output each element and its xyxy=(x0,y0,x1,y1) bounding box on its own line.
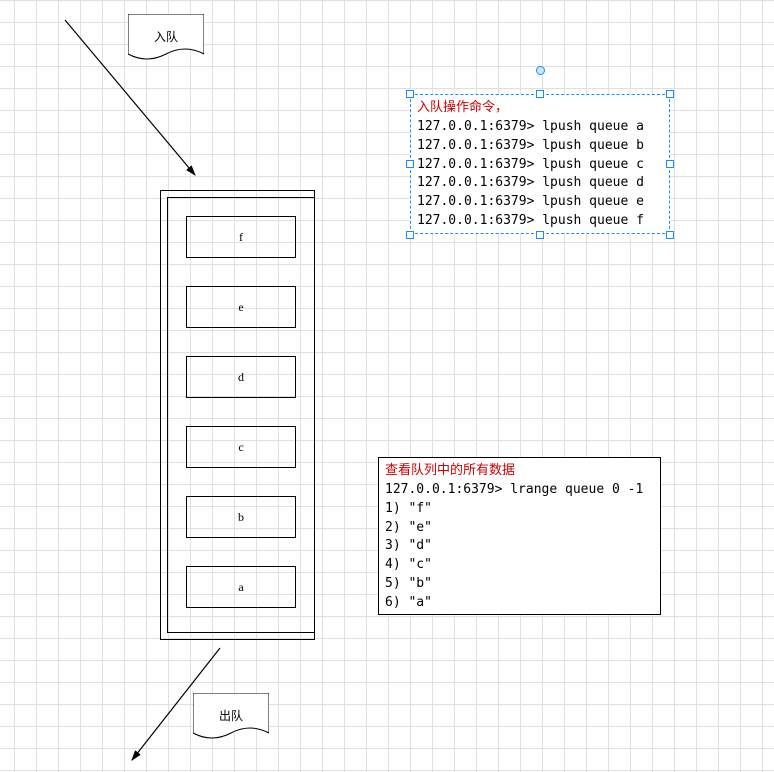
rotate-handle-icon[interactable] xyxy=(536,66,545,75)
lrange-result: 3) "d" xyxy=(385,538,432,553)
enqueue-arrow-icon xyxy=(55,10,215,190)
stack-inner: f e d c b a xyxy=(167,197,315,633)
push-commands-line: 127.0.0.1:6379> lpush queue f xyxy=(417,213,644,228)
lrange-cmd: 127.0.0.1:6379> lrange queue 0 -1 xyxy=(385,482,643,497)
resize-handle-icon[interactable] xyxy=(406,160,414,168)
stack-cell: d xyxy=(186,356,296,398)
stack-cell: f xyxy=(186,216,296,258)
resize-handle-icon[interactable] xyxy=(406,231,414,239)
lrange-title: 查看队列中的所有数据 xyxy=(385,463,515,478)
stack-cell: b xyxy=(186,496,296,538)
push-commands-title: 入队操作命令， xyxy=(417,100,508,115)
lrange-result: 5) "b" xyxy=(385,576,432,591)
resize-handle-icon[interactable] xyxy=(666,90,674,98)
resize-handle-icon[interactable] xyxy=(536,231,544,239)
lrange-result: 6) "a" xyxy=(385,595,432,610)
resize-handle-icon[interactable] xyxy=(536,90,544,98)
stack-cell: a xyxy=(186,566,296,608)
lrange-result: 2) "e" xyxy=(385,520,432,535)
resize-handle-icon[interactable] xyxy=(666,160,674,168)
push-commands-line: 127.0.0.1:6379> lpush queue a xyxy=(417,119,644,134)
lrange-box: 查看队列中的所有数据 127.0.0.1:6379> lrange queue … xyxy=(378,457,661,615)
stack-cell: e xyxy=(186,286,296,328)
push-commands-line: 127.0.0.1:6379> lpush queue b xyxy=(417,138,644,153)
stack-cell: c xyxy=(186,426,296,468)
push-commands-box[interactable]: 入队操作命令， 127.0.0.1:6379> lpush queue a 12… xyxy=(410,94,670,234)
push-commands-line: 127.0.0.1:6379> lpush queue c xyxy=(417,157,644,172)
push-commands-line: 127.0.0.1:6379> lpush queue d xyxy=(417,175,644,190)
push-commands-line: 127.0.0.1:6379> lpush queue e xyxy=(417,194,644,209)
lrange-result: 4) "c" xyxy=(385,557,432,572)
dequeue-arrow-icon xyxy=(120,640,240,770)
lrange-result: 1) "f" xyxy=(385,501,432,516)
resize-handle-icon[interactable] xyxy=(666,231,674,239)
resize-handle-icon[interactable] xyxy=(406,90,414,98)
